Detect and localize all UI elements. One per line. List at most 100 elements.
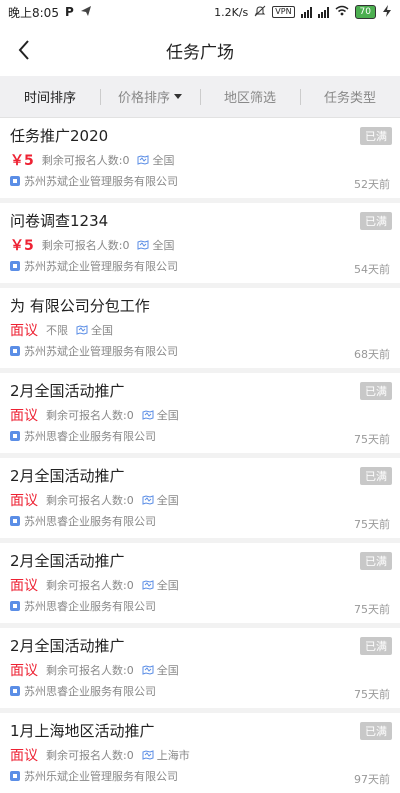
task-posted-time: 54天前 (354, 263, 390, 276)
task-meta: 面议 剩余可报名人数:0 全国 (10, 491, 390, 509)
filter-label: 时间排序 (23, 91, 76, 106)
filter-region[interactable]: 地区筛选 (200, 87, 300, 106)
mute-icon (254, 5, 266, 20)
status-badge: 已满 (360, 552, 392, 570)
back-button[interactable] (10, 36, 38, 64)
region-label: 全国 (156, 409, 179, 422)
task-price: 面议 (10, 748, 38, 764)
building-icon (10, 516, 20, 526)
task-price: ￥5 (10, 238, 34, 254)
company-name: 苏州思睿企业服务有限公司 (24, 685, 156, 698)
task-title: 2月全国活动推广 (10, 637, 125, 655)
map-icon (142, 665, 154, 675)
task-card[interactable]: 2月全国活动推广 已满 面议 剩余可报名人数:0 全国 苏州思睿企业服务有限公司… (0, 458, 400, 543)
task-company: 苏州苏斌企业管理服务有限公司 (10, 258, 390, 274)
p-icon: P (64, 5, 74, 19)
task-title: 1月上海地区活动推广 (10, 722, 155, 740)
task-meta: ￥5 剩余可报名人数:0 全国 (10, 236, 390, 254)
status-badge: 已满 (360, 212, 392, 230)
region-label: 全国 (152, 239, 175, 252)
status-badge: 已满 (360, 637, 392, 655)
building-icon (10, 176, 20, 186)
company-name: 苏州苏斌企业管理服务有限公司 (24, 175, 178, 188)
task-region: 全国 (142, 407, 179, 423)
task-card[interactable]: 问卷调查1234 已满 ￥5 剩余可报名人数:0 全国 苏州苏斌企业管理服务有限… (0, 203, 400, 288)
task-title: 2月全国活动推广 (10, 382, 125, 400)
task-card[interactable]: 任务推广2020 已满 ￥5 剩余可报名人数:0 全国 苏州苏斌企业管理服务有限… (0, 118, 400, 203)
map-icon (142, 750, 154, 760)
task-title: 为 有限公司分包工作 (10, 297, 150, 315)
filter-label: 任务类型 (323, 91, 376, 106)
task-quota: 剩余可报名人数:0 (46, 749, 134, 762)
task-region: 全国 (76, 322, 113, 338)
filter-time-sort[interactable]: 时间排序 (0, 87, 100, 106)
signal-icon-2 (317, 6, 329, 18)
map-icon (142, 580, 154, 590)
task-region: 全国 (137, 152, 174, 168)
task-company: 苏州思睿企业服务有限公司 (10, 428, 390, 444)
vpn-badge: VPN (272, 6, 295, 18)
filter-price-sort[interactable]: 价格排序 (100, 87, 200, 106)
chevron-left-icon (18, 40, 29, 60)
building-icon (10, 686, 20, 696)
company-name: 苏州思睿企业服务有限公司 (24, 600, 156, 613)
map-icon (76, 325, 88, 335)
building-icon (10, 601, 20, 611)
task-company: 苏州思睿企业服务有限公司 (10, 598, 390, 614)
filter-bar: 时间排序 价格排序 地区筛选 任务类型 (0, 76, 400, 118)
task-quota: 剩余可报名人数:0 (46, 409, 134, 422)
building-icon (10, 346, 20, 356)
nav-bar: 任务广场 (0, 24, 400, 76)
task-title: 2月全国活动推广 (10, 467, 125, 485)
task-card[interactable]: 2月全国活动推广 已满 面议 剩余可报名人数:0 全国 苏州思睿企业服务有限公司… (0, 628, 400, 713)
task-meta: 面议 剩余可报名人数:0 全国 (10, 576, 390, 594)
building-icon (10, 261, 20, 271)
task-meta: 面议 剩余可报名人数:0 全国 (10, 406, 390, 424)
status-badge: 已满 (360, 127, 392, 145)
task-region: 上海市 (142, 747, 190, 763)
task-posted-time: 68天前 (354, 348, 390, 361)
task-card[interactable]: 2月全国活动推广 已满 面议 剩余可报名人数:0 全国 苏州思睿企业服务有限公司… (0, 543, 400, 628)
task-price: 面议 (10, 578, 38, 594)
task-company: 苏州苏斌企业管理服务有限公司 (10, 173, 390, 189)
task-price: 面议 (10, 408, 38, 424)
map-icon (137, 155, 149, 165)
task-card[interactable]: 1月上海地区活动推广 已满 面议 剩余可报名人数:0 上海市 苏州乐斌企业管理服… (0, 713, 400, 793)
region-label: 全国 (156, 494, 179, 507)
task-price: 面议 (10, 493, 38, 509)
task-card[interactable]: 为 有限公司分包工作 面议 不限 全国 苏州苏斌企业管理服务有限公司 68天前 (0, 288, 400, 373)
task-posted-time: 97天前 (354, 773, 390, 786)
company-name: 苏州苏斌企业管理服务有限公司 (24, 345, 178, 358)
filter-label: 价格排序 (117, 91, 170, 106)
status-right: 1.2K/s VPN 70 (214, 4, 392, 20)
task-quota: 剩余可报名人数:0 (41, 239, 130, 252)
region-label: 全国 (152, 154, 175, 167)
task-card[interactable]: 2月全国活动推广 已满 面议 剩余可报名人数:0 全国 苏州思睿企业服务有限公司… (0, 373, 400, 458)
task-quota: 剩余可报名人数:0 (46, 494, 134, 507)
task-title: 问卷调查1234 (10, 212, 109, 230)
task-title: 2月全国活动推广 (10, 552, 125, 570)
map-icon (137, 240, 149, 250)
map-icon (142, 495, 154, 505)
status-badge: 已满 (360, 467, 392, 485)
task-posted-time: 75天前 (354, 603, 390, 616)
filter-label: 地区筛选 (223, 91, 276, 106)
task-meta: 面议 剩余可报名人数:0 全国 (10, 661, 390, 679)
status-badge: 已满 (360, 722, 392, 740)
wifi-icon (335, 5, 349, 19)
filter-task-type[interactable]: 任务类型 (300, 87, 400, 106)
region-label: 全国 (156, 664, 179, 677)
network-speed: 1.2K/s (214, 5, 249, 19)
status-left: 晚上8:05 P (8, 4, 92, 21)
region-label: 全国 (156, 579, 179, 592)
task-meta: 面议 剩余可报名人数:0 上海市 (10, 746, 390, 764)
task-company: 苏州乐斌企业管理服务有限公司 (10, 768, 390, 784)
battery-indicator: 70 (354, 5, 376, 19)
task-region: 全国 (142, 662, 179, 678)
task-region: 全国 (137, 237, 174, 253)
send-icon (80, 5, 92, 20)
task-quota: 剩余可报名人数:0 (46, 664, 134, 677)
task-region: 全国 (142, 492, 179, 508)
company-name: 苏州思睿企业服务有限公司 (24, 430, 156, 443)
page-title: 任务广场 (166, 42, 234, 63)
